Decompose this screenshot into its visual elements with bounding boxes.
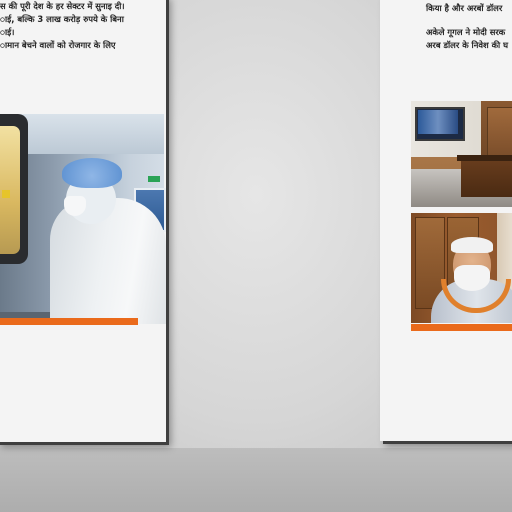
gallery-floor <box>0 448 512 512</box>
left-text-line: ाई। <box>0 27 15 37</box>
left-text-line: ामान बेचने वालों को रोजगार के लिए <box>0 40 116 50</box>
right-text-line: अकेले गूगल ने मोदी सरक <box>426 27 506 37</box>
accent-bar <box>0 318 138 325</box>
wood-door <box>487 107 512 159</box>
video-screen-content <box>418 110 458 134</box>
magazine-page-right[interactable]: किया है और अरबों डॉलर अकेले गूगल ने मोदी… <box>380 0 512 441</box>
lab-worker-photo <box>0 114 166 324</box>
portrait-photo <box>411 213 512 323</box>
left-text-line: स की पूरी देश के हर सेक्टर में सुनाइ दी। <box>0 1 125 11</box>
right-page-text: किया है और अरबों डॉलर अकेले गूगल ने मोदी… <box>426 2 508 52</box>
hazard-sign-icon <box>2 190 10 198</box>
desk-top <box>457 155 512 161</box>
left-page-text: स की पूरी देश के हर सेक्टर में सुनाइ दी।… <box>0 0 125 52</box>
portrait-hair <box>451 237 493 253</box>
exit-sign <box>148 176 160 182</box>
desk <box>461 157 512 197</box>
right-text-line: अरब डॉलर के निवेश की घ <box>426 40 509 50</box>
meeting-room-photo <box>411 101 512 207</box>
hair-cap <box>62 158 122 188</box>
magazine-page-left[interactable]: स की पूरी देश के हर सेक्टर में सुनाइ दी।… <box>0 0 166 442</box>
left-text-line: ाई, बल्कि 3 लाख करोड़ रुपये के बिना <box>0 14 124 24</box>
portrait-beard <box>454 265 490 291</box>
accent-bar <box>411 324 512 331</box>
right-text-line: किया है और अरबों डॉलर <box>426 3 503 13</box>
